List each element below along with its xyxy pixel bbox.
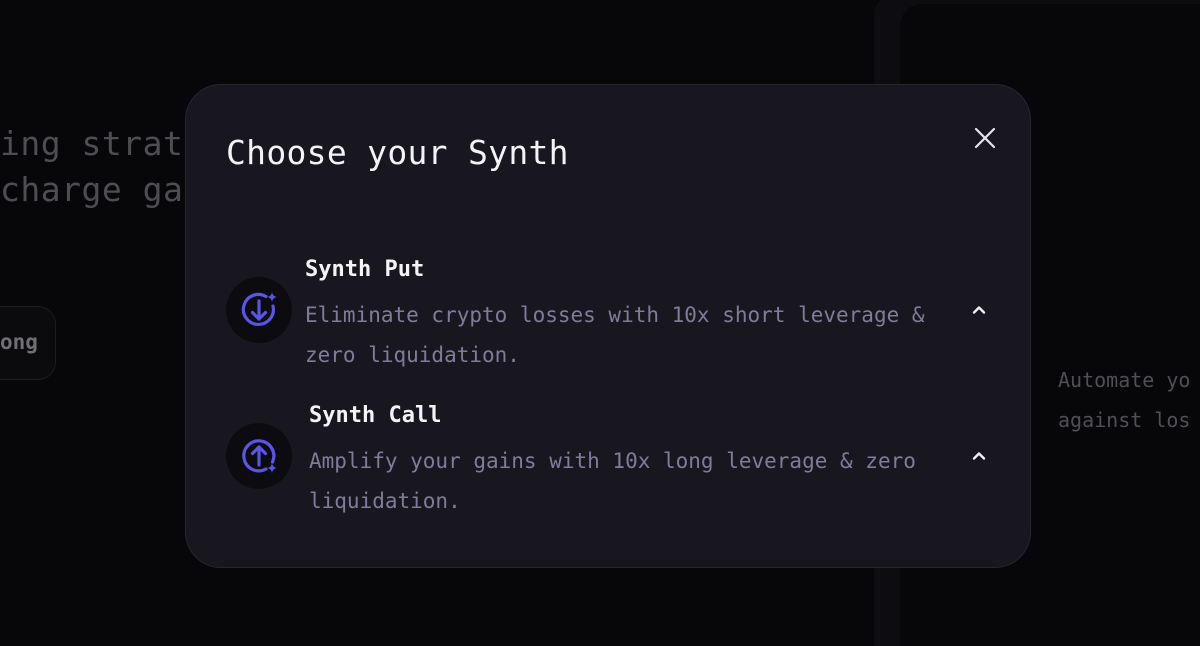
background-pill-label: ong: [0, 330, 38, 354]
background-card-text: Automate yo: [1058, 368, 1191, 392]
choose-synth-modal: Choose your Synth Synth Put Eliminate cr…: [185, 84, 1031, 568]
synth-call-description: Amplify your gains with 10x long leverag…: [309, 449, 916, 513]
background-hero-line: charge gai: [0, 170, 204, 209]
modal-title: Choose your Synth: [226, 133, 569, 172]
chevron-up-icon[interactable]: [970, 301, 988, 319]
synth-put-title: Synth Put: [305, 257, 425, 282]
close-button[interactable]: [970, 123, 1000, 153]
background-hero-line: ing strate: [0, 124, 204, 163]
synth-call-icon-badge: [226, 423, 292, 489]
synth-put-icon-badge: [226, 277, 292, 343]
arrow-down-sparkle-icon: [241, 292, 277, 326]
app-page: ing strate charge gai ong Automate yo ag…: [0, 0, 1200, 646]
arrow-up-sparkle-icon: [242, 439, 277, 473]
chevron-up-icon[interactable]: [970, 447, 988, 465]
close-icon: [974, 127, 996, 149]
background-card-text: against los: [1058, 408, 1191, 432]
synth-call-title: Synth Call: [309, 403, 442, 428]
synth-put-description: Eliminate crypto losses with 10x short l…: [305, 303, 925, 367]
